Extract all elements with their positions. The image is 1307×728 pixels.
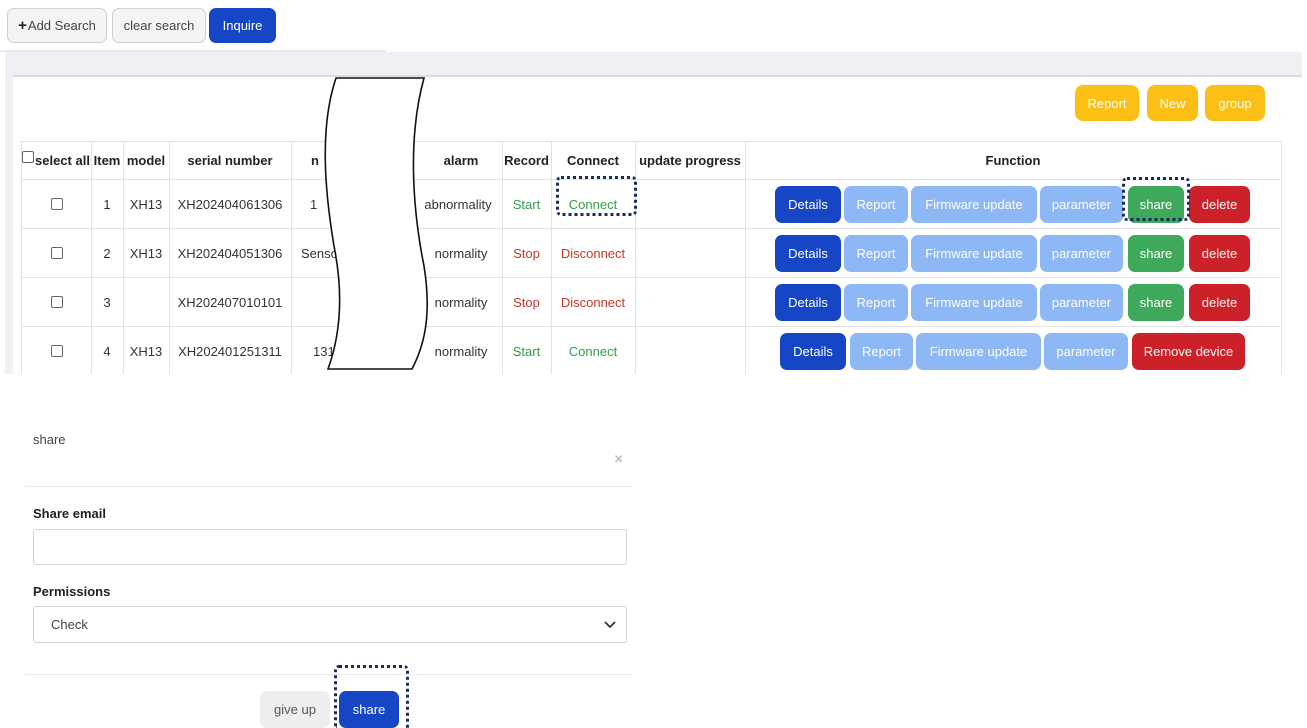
details-button[interactable]: Details: [780, 333, 846, 370]
connect-highlight: [556, 176, 637, 216]
share-email-input[interactable]: [33, 529, 627, 565]
share-button[interactable]: share: [1128, 284, 1184, 321]
share-email-label: Share email: [33, 506, 106, 521]
cell-item: 1: [103, 196, 111, 212]
details-button[interactable]: Details: [775, 186, 841, 223]
cell-model: XH13: [129, 245, 163, 261]
record-stop-link[interactable]: Stop: [502, 278, 551, 326]
firmware-update-button[interactable]: Firmware update: [911, 235, 1037, 272]
plus-icon: +: [18, 17, 27, 34]
cell-serial: XH202404051306: [177, 245, 283, 261]
report-button[interactable]: Report: [844, 186, 908, 223]
header-serial-number: serial number: [187, 153, 273, 168]
group-button[interactable]: group: [1205, 85, 1265, 121]
firmware-update-button[interactable]: Firmware update: [911, 186, 1037, 223]
select-all-checkbox[interactable]: [22, 150, 34, 163]
record-stop-link[interactable]: Stop: [502, 229, 551, 277]
cell-item: 3: [103, 294, 111, 310]
header-function: Function: [985, 153, 1041, 168]
disconnect-link[interactable]: Disconnect: [551, 229, 635, 277]
select-all-header: select all: [22, 142, 92, 179]
col-border: [1281, 141, 1282, 374]
clear-search-button[interactable]: clear search: [112, 8, 206, 43]
record-start-link[interactable]: Start: [502, 180, 551, 228]
report-button[interactable]: Report: [844, 235, 908, 272]
cell-model: XH13: [129, 343, 163, 359]
share-button[interactable]: share: [1128, 235, 1184, 272]
parameter-button[interactable]: parameter: [1044, 333, 1128, 370]
record-start-link[interactable]: Start: [502, 327, 551, 375]
cell-item: 4: [103, 343, 111, 359]
firmware-update-button[interactable]: Firmware update: [911, 284, 1037, 321]
details-button[interactable]: Details: [775, 284, 841, 321]
cell-serial: XH202401251311: [178, 343, 282, 359]
give-up-button[interactable]: give up: [260, 691, 330, 728]
inquire-button[interactable]: Inquire: [209, 8, 276, 43]
modal-header-divider: [25, 486, 632, 487]
header-item: Item: [93, 153, 121, 168]
header-model: model: [126, 153, 166, 168]
modal-footer-divider: [25, 674, 632, 675]
chevron-down-icon: [604, 620, 616, 628]
cell-model: XH13: [129, 196, 163, 212]
row-checkbox[interactable]: [51, 247, 63, 259]
share-highlight: [1122, 177, 1190, 221]
permissions-label: Permissions: [33, 584, 111, 599]
col-border: [291, 141, 292, 374]
row-checkbox[interactable]: [51, 296, 63, 308]
header-connect: Connect: [567, 153, 619, 168]
row-checkbox[interactable]: [51, 198, 63, 210]
add-search-button[interactable]: + Add Search: [7, 8, 107, 43]
redaction-shape: [324, 77, 429, 370]
connect-link[interactable]: Connect: [551, 327, 635, 375]
header-update-progress: update progress: [639, 153, 741, 168]
header-record: Record: [504, 153, 549, 168]
parameter-button[interactable]: parameter: [1040, 186, 1123, 223]
delete-button[interactable]: delete: [1189, 186, 1250, 223]
new-button[interactable]: New: [1147, 85, 1198, 121]
details-button[interactable]: Details: [775, 235, 841, 272]
cell-model: [123, 278, 169, 326]
permissions-selected-value: Check: [51, 617, 88, 632]
parameter-button[interactable]: parameter: [1040, 235, 1123, 272]
close-icon[interactable]: ×: [614, 451, 623, 469]
firmware-update-button[interactable]: Firmware update: [916, 333, 1041, 370]
report-button[interactable]: Report: [1075, 85, 1139, 121]
disconnect-link[interactable]: Disconnect: [551, 278, 635, 326]
remove-device-button[interactable]: Remove device: [1132, 333, 1245, 370]
cell-item: 2: [103, 245, 111, 261]
row-checkbox[interactable]: [51, 345, 63, 357]
share-submit-highlight: [334, 665, 409, 728]
permissions-select[interactable]: Check: [33, 606, 627, 643]
delete-button[interactable]: delete: [1189, 284, 1250, 321]
cell-serial: XH202407010101: [177, 294, 283, 310]
modal-title: share: [33, 432, 66, 447]
cell-serial: XH202404061306: [177, 196, 283, 212]
parameter-button[interactable]: parameter: [1040, 284, 1123, 321]
report-button[interactable]: Report: [850, 333, 913, 370]
report-button[interactable]: Report: [844, 284, 908, 321]
delete-button[interactable]: delete: [1189, 235, 1250, 272]
